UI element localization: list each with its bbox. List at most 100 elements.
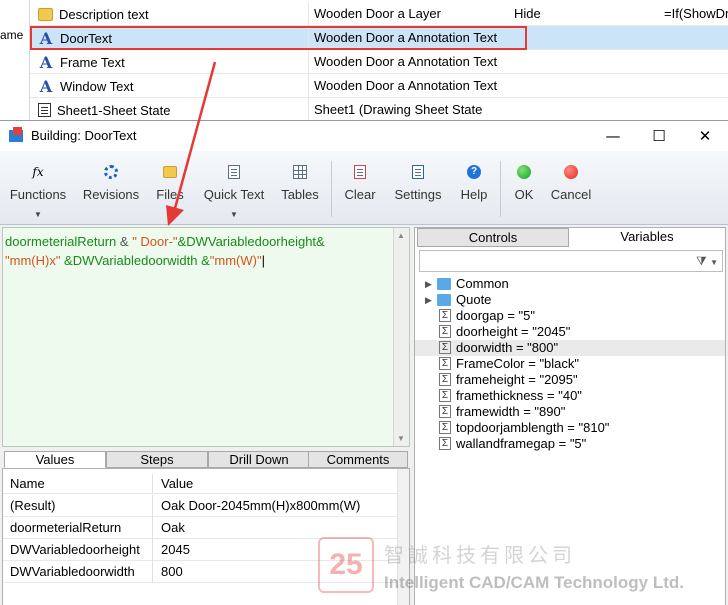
tree-variable[interactable]: Σdoorwidth = "800" [415, 340, 725, 356]
text-style-icon: A [39, 52, 53, 72]
clear-icon [354, 165, 366, 179]
tree-folder-quote[interactable]: ▶ Quote [415, 292, 725, 308]
row-formula: =If(ShowDr [664, 6, 728, 21]
help-button[interactable]: ? Help [456, 151, 492, 225]
folder-icon [38, 7, 53, 21]
scroll-down-icon[interactable]: ▼ [397, 434, 405, 443]
token-string: "mm(W)" [209, 253, 262, 268]
token-variable: &DWVariabledoorheight& [177, 234, 325, 249]
table-row[interactable]: DWVariabledoorwidth 800 [3, 561, 398, 583]
ok-label: OK [514, 187, 534, 202]
tree-variable[interactable]: Σdoorheight = "2045" [415, 324, 725, 340]
tab-comments[interactable]: Comments [308, 451, 408, 468]
filter-icon[interactable]: ⧩ ▼ [696, 254, 718, 269]
property-row-window-text[interactable]: A Window Text Wooden Door a Annotation Te… [30, 74, 728, 98]
expand-icon[interactable]: ▶ [425, 292, 432, 308]
tree-item-label: wallandframegap = "5" [456, 436, 587, 451]
tree-variable[interactable]: Σframewidth = "890" [415, 404, 725, 420]
ok-button[interactable]: OK [510, 151, 538, 225]
tab-values[interactable]: Values [4, 451, 106, 468]
token-string: " Door-" [132, 234, 178, 249]
token-variable: doormeterialReturn [5, 234, 117, 249]
fx-icon: fx [32, 165, 44, 179]
ok-icon [517, 165, 531, 179]
sigma-icon: Σ [439, 421, 451, 434]
text-style-icon: A [39, 76, 53, 96]
property-row-description-text[interactable]: Description text Wooden Door a Layer Hid… [30, 2, 728, 26]
cell-name: doormeterialReturn [3, 517, 153, 539]
table-row[interactable]: doormeterialReturn Oak [3, 517, 398, 539]
quick-text-button[interactable]: Quick Text ▼ [200, 151, 268, 225]
dropdown-arrow-icon: ▼ [34, 210, 42, 219]
cancel-label: Cancel [550, 187, 592, 202]
tree-item-label: topdoorjamblength = "810" [456, 420, 610, 435]
tree-variable[interactable]: Σtopdoorjamblength = "810" [415, 420, 725, 436]
token-operator: & [116, 234, 133, 249]
cancel-button[interactable]: Cancel [550, 151, 592, 225]
tree-item-label: Quote [456, 292, 492, 307]
sigma-icon: Σ [439, 325, 451, 338]
tree-item-label: framethickness = "40" [456, 388, 582, 403]
tab-steps[interactable]: Steps [106, 451, 208, 468]
row-type: Wooden Door a Annotation Text [314, 54, 498, 69]
functions-button[interactable]: fx Functions ▼ [6, 151, 70, 225]
tree-variable[interactable]: Σframeheight = "2095" [415, 372, 725, 388]
settings-button[interactable]: Settings [390, 151, 446, 225]
row-type: Wooden Door a Layer [314, 6, 441, 21]
sigma-icon: Σ [439, 357, 451, 370]
tree-variable[interactable]: Σdoorgap = "5" [415, 308, 725, 324]
editor-scrollbar[interactable]: ▲ ▼ [393, 228, 409, 446]
grid-scrollbar[interactable] [397, 469, 409, 605]
scroll-up-icon[interactable]: ▲ [397, 231, 405, 240]
property-row-frame-text[interactable]: A Frame Text Wooden Door a Annotation Tex… [30, 50, 728, 74]
property-row-sheet-state[interactable]: Sheet1-Sheet State Sheet1 (Drawing Sheet… [30, 98, 728, 122]
title-bar[interactable]: Building: DoorText — ☐ ✕ [0, 121, 728, 151]
toolbar: fx Functions ▼ Revisions Files Quick Tex… [0, 151, 728, 225]
minimize-button[interactable]: — [590, 121, 636, 151]
clear-button[interactable]: Clear [340, 151, 380, 225]
sigma-icon: Σ [439, 309, 451, 322]
dropdown-arrow-icon: ▼ [230, 210, 238, 219]
cell-value: 800 [161, 564, 183, 579]
values-grid: Name Value (Result) Oak Door-2045mm(H)x8… [2, 468, 410, 605]
table-row[interactable]: (Result) Oak Door-2045mm(H)x800mm(W) [3, 495, 398, 517]
row-name: Window Text [60, 78, 134, 94]
files-button[interactable]: Files [152, 151, 188, 225]
settings-icon [412, 165, 424, 179]
tab-drill-down[interactable]: Drill Down [208, 451, 310, 468]
tree-item-label: Common [456, 276, 509, 291]
sheet-icon [38, 103, 51, 117]
tree-item-label: doorgap = "5" [456, 308, 535, 323]
sigma-icon: Σ [439, 373, 451, 386]
folder-icon [437, 294, 451, 306]
tree-folder-common[interactable]: ▶ Common [415, 276, 725, 292]
sigma-icon: Σ [439, 437, 451, 450]
rule-editor-dialog: Building: DoorText — ☐ ✕ fx Functions ▼ … [0, 120, 728, 605]
variable-filter-input[interactable]: ⧩ ▼ [419, 250, 723, 272]
expand-icon[interactable]: ▶ [425, 276, 432, 292]
tree-variable[interactable]: Σwallandframegap = "5" [415, 436, 725, 452]
cancel-icon [564, 165, 578, 179]
tables-button[interactable]: Tables [276, 151, 324, 225]
quick-text-label: Quick Text [203, 187, 265, 202]
table-row[interactable]: DWVariabledoorheight 2045 [3, 539, 398, 561]
formula-text[interactable]: doormeterialReturn & " Door-"&DWVariable… [5, 232, 390, 270]
tree-variable[interactable]: Σframethickness = "40" [415, 388, 725, 404]
tab-variables[interactable]: Variables [571, 228, 723, 247]
tree-variable[interactable]: Σ FrameColor = "black" [415, 356, 725, 372]
cell-value: 2045 [161, 542, 190, 557]
row-name: Sheet1-Sheet State [57, 102, 171, 118]
toolbar-separator [500, 161, 501, 217]
cell-name: DWVariabledoorwidth [3, 561, 153, 583]
tree-item-label: framewidth = "890" [456, 404, 566, 419]
column-header-name[interactable]: Name [3, 474, 153, 494]
tab-controls[interactable]: Controls [417, 228, 569, 247]
help-label: Help [460, 187, 488, 202]
close-button[interactable]: ✕ [682, 121, 728, 151]
maximize-button[interactable]: ☐ [636, 121, 682, 151]
clear-label: Clear [344, 187, 376, 202]
revisions-button[interactable]: Revisions [80, 151, 142, 225]
row-name: Frame Text [60, 54, 125, 70]
column-header-value[interactable]: Value [161, 474, 193, 494]
formula-editor[interactable]: doormeterialReturn & " Door-"&DWVariable… [2, 227, 410, 447]
